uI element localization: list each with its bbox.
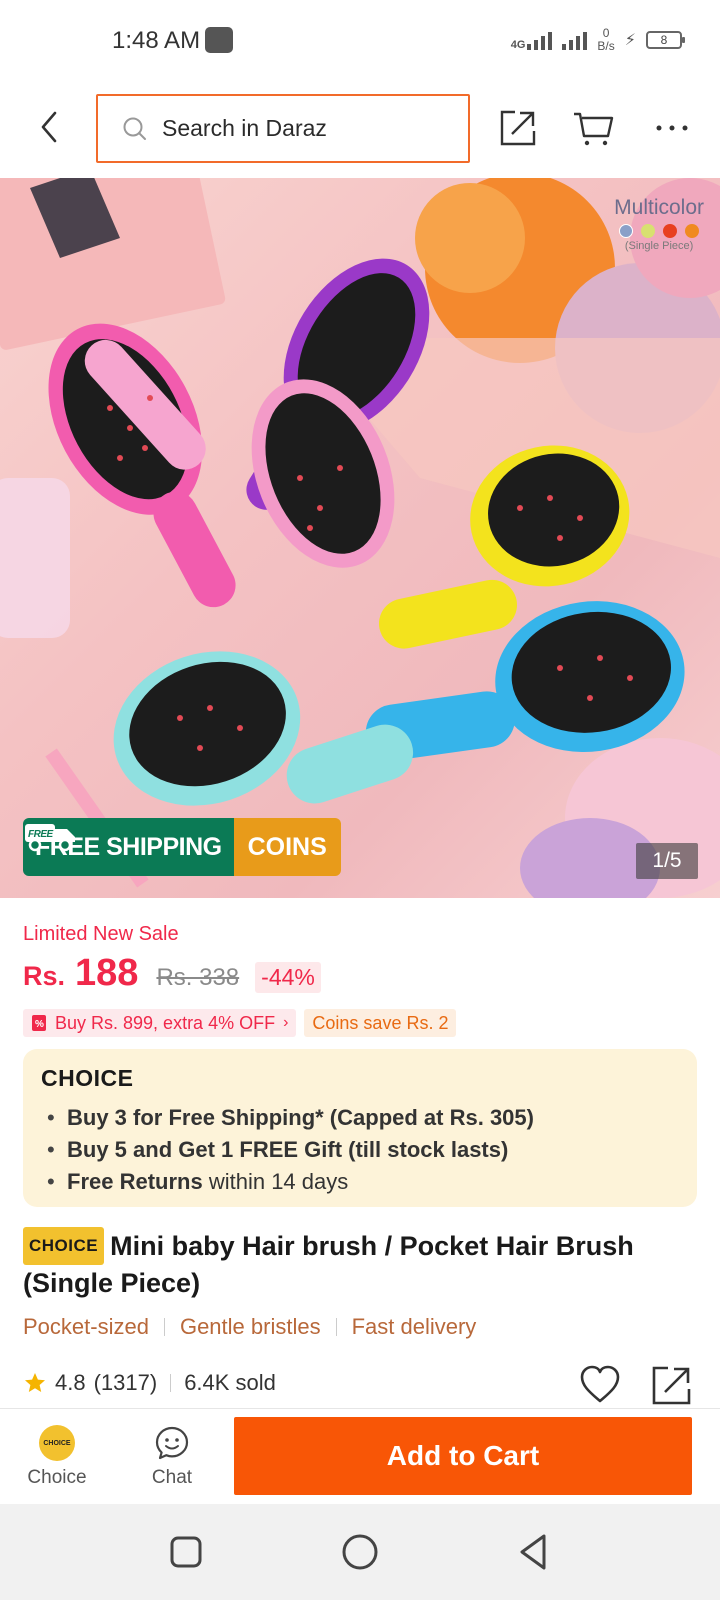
free-shipping-label: FREE FREE SHIPPING: [23, 818, 234, 876]
chat-button[interactable]: Chat: [122, 1409, 222, 1505]
product-title-text: Mini baby Hair brush / Pocket Hair Brush…: [23, 1231, 634, 1298]
choice-benefit-item: Buy 3 for Free Shipping* (Capped at Rs. …: [41, 1102, 679, 1134]
chevron-right-icon: ›: [283, 1014, 289, 1031]
tag-item: Fast delivery: [351, 1314, 477, 1339]
hair-brushes-illustration: [0, 178, 720, 898]
add-to-cart-button[interactable]: Add to Cart: [234, 1417, 692, 1495]
search-placeholder: Search in Daraz: [162, 115, 327, 141]
voucher-icon: %: [32, 1015, 46, 1031]
color-dot-2: [641, 224, 656, 238]
cart-icon: [574, 112, 614, 146]
share-product-button[interactable]: [650, 1363, 694, 1407]
recents-button[interactable]: [164, 1530, 208, 1574]
wishlist-button[interactable]: [578, 1363, 622, 1407]
system-nav-bar: [0, 1504, 720, 1600]
heart-icon: [580, 1365, 620, 1403]
rating-value: 4.8: [55, 1370, 86, 1395]
share-button[interactable]: [492, 102, 544, 154]
choice-benefits[interactable]: CHOICE Buy 3 for Free Shipping* (Capped …: [23, 1049, 697, 1207]
color-dot-4: [685, 224, 700, 238]
free-shipping-badge: FREE FREE SHIPPING COINS: [23, 818, 341, 876]
choice-tab-button[interactable]: CHOICE Choice: [7, 1409, 107, 1505]
variant-label: Multicolor (Single Piece): [614, 196, 704, 252]
choice-benefit-list: Buy 3 for Free Shipping* (Capped at Rs. …: [41, 1102, 679, 1198]
share-icon: [500, 110, 536, 146]
choice-tab-label: Choice: [27, 1467, 87, 1488]
rating-divider: [170, 1374, 172, 1392]
chevron-left-icon: [41, 111, 57, 143]
signal-icon-2: [562, 30, 588, 50]
promo-voucher[interactable]: % Buy Rs. 899, extra 4% OFF ›: [23, 1009, 297, 1037]
chat-label: Chat: [151, 1467, 193, 1488]
variant-sub: (Single Piece): [624, 240, 694, 252]
network-speed: 0 B/s: [597, 27, 614, 53]
square-icon: [170, 1536, 202, 1568]
sale-label: Limited New Sale: [23, 923, 179, 945]
star-icon: [25, 1373, 45, 1392]
variant-title: Multicolor: [614, 196, 704, 219]
network-type: 4G: [510, 39, 526, 51]
more-icon: [656, 125, 688, 131]
home-button[interactable]: [338, 1530, 382, 1574]
choice-benefit-item: Buy 5 and Get 1 FREE Gift (till stock la…: [41, 1134, 679, 1166]
product-title: CHOICE Mini baby Hair brush / Pocket Hair…: [23, 1227, 703, 1301]
system-back-button[interactable]: [512, 1530, 556, 1574]
notification-icon: [205, 27, 233, 53]
cart-button[interactable]: [568, 102, 620, 154]
tag-item: Gentle bristles: [179, 1314, 321, 1339]
price-currency: Rs.: [23, 961, 66, 991]
speed-unit: B/s: [597, 39, 615, 53]
status-bar: 1:48 AM 4G 0 B/s ⚡ 8: [0, 0, 720, 80]
product-image[interactable]: Multicolor (Single Piece) FREE FREE SHIP…: [0, 178, 720, 898]
share-icon: [652, 1366, 691, 1405]
charging-icon: ⚡: [624, 32, 636, 49]
choice-coin-icon: CHOICE: [39, 1425, 75, 1461]
color-dot-3: [663, 224, 678, 238]
signal-icon: [527, 30, 553, 50]
color-dot-1: [619, 224, 634, 238]
variant-color-dots: [614, 224, 704, 238]
choice-benefit-item: Free Returns within 14 days: [41, 1166, 679, 1198]
product-tags: Pocket-sized Gentle bristles Fast delive…: [23, 1314, 476, 1340]
price-current: 188: [75, 952, 139, 994]
promo-row: % Buy Rs. 899, extra 4% OFF › Coins save…: [23, 1009, 457, 1037]
search-icon: [123, 117, 146, 140]
promo-voucher-text: Buy Rs. 899, extra 4% OFF: [55, 1012, 276, 1033]
tag-item: Pocket-sized: [23, 1314, 149, 1339]
coins-label: COINS: [233, 818, 341, 876]
circle-icon: [342, 1534, 378, 1570]
svg-text:%: %: [35, 1019, 44, 1030]
choice-badge: CHOICE: [23, 1227, 105, 1265]
header: Search in Daraz: [0, 80, 720, 178]
tag-divider: [335, 1318, 337, 1336]
image-page-indicator: 1/5: [636, 843, 698, 879]
promo-coins: Coins save Rs. 2: [304, 1009, 457, 1037]
rating-count: (1317): [93, 1370, 158, 1395]
back-button[interactable]: [24, 102, 74, 152]
search-input[interactable]: Search in Daraz: [96, 94, 470, 163]
battery-icon: 8: [646, 31, 685, 49]
chat-icon: [155, 1426, 189, 1460]
rating-row[interactable]: 4.8 (1317) 6.4K sold: [23, 1370, 276, 1396]
price-row: Rs. 188 Rs. 338 -44%: [23, 952, 321, 1002]
price-original: Rs. 338: [156, 964, 240, 991]
status-indicators: 4G 0 B/s ⚡ 8: [510, 24, 685, 56]
triangle-back-icon: [520, 1534, 546, 1570]
bottom-action-bar: CHOICE Choice Chat Add to Cart: [0, 1408, 720, 1504]
status-time: 1:48 AM: [112, 27, 201, 54]
free-tag-text: FREE: [28, 829, 54, 840]
choice-logo: CHOICE: [41, 1065, 134, 1091]
cellular-4g-indicator: 4G: [510, 30, 553, 51]
discount-badge: -44%: [255, 962, 321, 993]
sold-count: 6.4K sold: [184, 1370, 276, 1395]
tag-divider: [163, 1318, 165, 1336]
delivery-truck-icon: FREE: [25, 824, 75, 852]
more-button[interactable]: [646, 102, 698, 154]
